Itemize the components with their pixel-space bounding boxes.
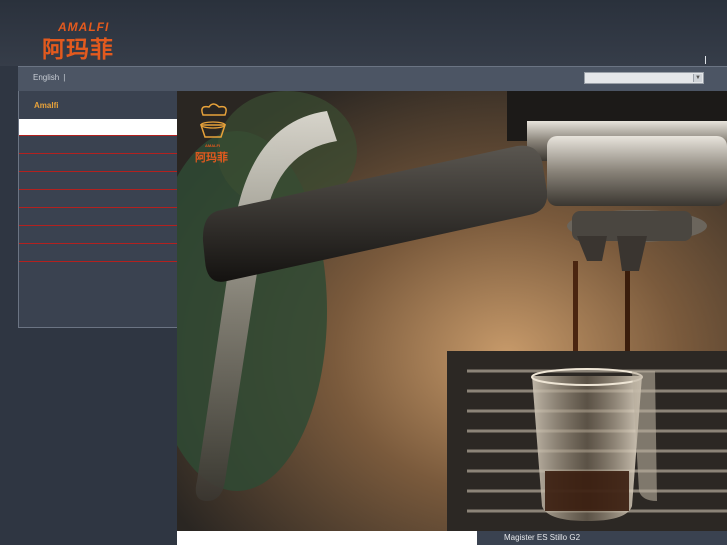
logo-cjk-text: 阿玛菲 (42, 37, 114, 63)
header-divider (705, 56, 706, 64)
espresso-machine-photo (177, 91, 727, 531)
product-caption[interactable]: Magister ES Stillo G2 (477, 531, 727, 545)
sidebar-item[interactable] (19, 244, 177, 262)
hero-image: AMALFI 阿玛菲 (177, 91, 727, 531)
top-bar: English | ▼ (18, 66, 727, 92)
sidebar-title[interactable]: Amalfi (19, 91, 177, 119)
sidebar-item[interactable] (19, 190, 177, 208)
site-select-dropdown[interactable]: ▼ (584, 72, 704, 84)
hero-logo-latin: AMALFI (205, 143, 221, 148)
product-caption-text: Magister ES Stillo G2 (504, 533, 581, 542)
site-header: AMALFI 阿玛菲 (0, 0, 727, 66)
sidebar-item[interactable] (19, 208, 177, 226)
hero-logo: AMALFI 阿玛菲 (195, 103, 241, 167)
footer-blank (177, 531, 477, 545)
brand-logo[interactable]: AMALFI 阿玛菲 (42, 20, 152, 63)
coffee-cup-icon (199, 103, 227, 138)
language-separator: | (63, 73, 66, 82)
language-link-english[interactable]: English (33, 73, 59, 82)
sidebar-item[interactable] (19, 135, 177, 154)
sidebar-item[interactable] (19, 226, 177, 244)
language-switcher[interactable]: English | (33, 73, 65, 82)
sidebar-item-selected[interactable] (19, 119, 177, 135)
sidebar-item[interactable] (19, 172, 177, 190)
sidebar-menu: Amalfi (18, 91, 177, 328)
sidebar-item[interactable] (19, 154, 177, 172)
hero-logo-cjk: 阿玛菲 (195, 151, 228, 164)
chevron-down-icon[interactable]: ▼ (693, 74, 702, 82)
